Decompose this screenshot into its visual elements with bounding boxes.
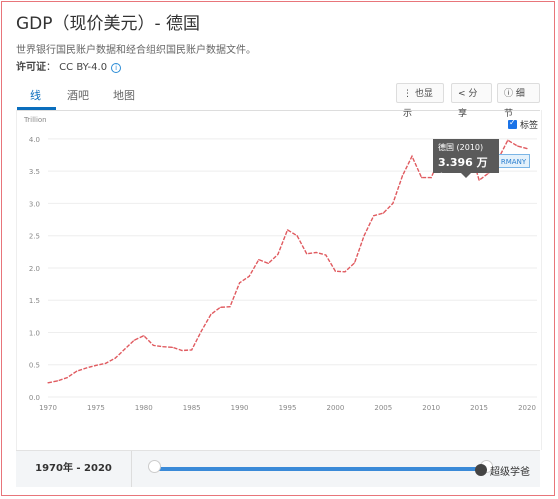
tooltip-value: 3.396 万亿 [438, 156, 488, 185]
range-start-handle[interactable] [148, 460, 161, 473]
watermark-text: 超级学爸 [490, 467, 530, 478]
year-range-slider[interactable] [156, 467, 486, 471]
share-icon: < [458, 89, 466, 99]
license-label: 许可证 [16, 62, 46, 73]
license-value: ： CC BY-4.0 [46, 62, 108, 73]
labels-checkbox[interactable] [508, 118, 517, 129]
y-axis-unit-label: Trillion [24, 116, 47, 124]
data-tooltip: 德国 (2010) 3.396 万亿 [433, 139, 499, 185]
page-title: GDP（现价美元）- 德国 [16, 14, 201, 34]
watermark-logo-icon [475, 464, 487, 476]
tab-map[interactable]: 地图 [113, 87, 135, 103]
range-bar: 1970年 - 2020 [16, 450, 540, 487]
details-button[interactable]: ⓘ 细节 [497, 83, 540, 119]
share-button[interactable]: < 分享 [451, 83, 492, 119]
tooltip-title: 德国 (2010) [438, 143, 484, 152]
license-line: 许可证： CC BY-4.0 i [16, 58, 122, 73]
also-show-button[interactable]: ⋮ 也显示 [396, 83, 444, 119]
info-circle-icon: ⓘ [504, 89, 514, 99]
series-name-tag: RMANY [497, 154, 530, 168]
labels-checkbox-label: 标签 [520, 121, 539, 131]
tab-bar[interactable]: 酒吧 [67, 87, 89, 103]
more-vertical-icon: ⋮ [403, 89, 412, 99]
tab-line[interactable]: 线 [30, 87, 41, 103]
year-range-label: 1970年 - 2020 [16, 451, 132, 487]
source-description: 世界银行国民账户数据和经合组织国民账户数据文件。 [16, 45, 256, 56]
info-icon[interactable]: i [111, 63, 122, 73]
